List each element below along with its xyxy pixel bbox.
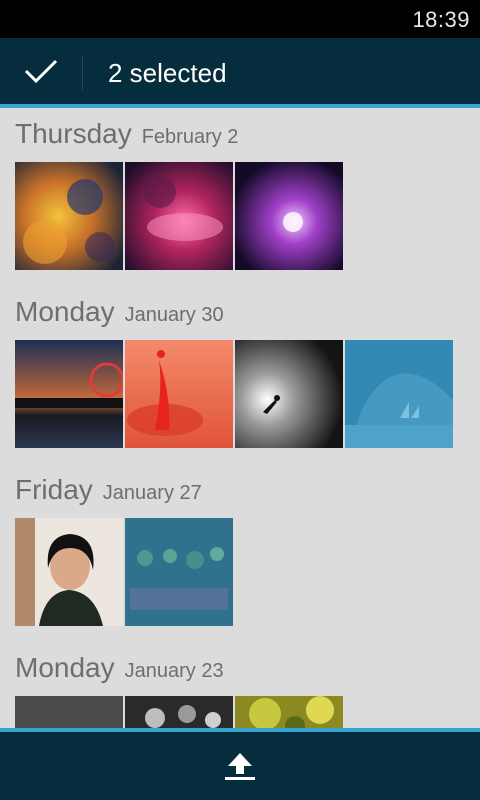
photo-thumbnail[interactable]	[15, 162, 123, 270]
day-header: Monday January 30	[15, 296, 224, 328]
photo-thumbnail[interactable]	[15, 340, 123, 448]
day-date: January 23	[124, 660, 224, 682]
day-name: Monday	[15, 652, 115, 683]
day-date: January 27	[102, 482, 202, 504]
photo-thumbnail[interactable]	[15, 696, 123, 728]
done-button[interactable]	[0, 38, 82, 104]
day-header: Thursday February 2	[15, 118, 238, 150]
photo-thumbnail[interactable]	[125, 340, 233, 448]
photo-thumbnail-selected[interactable]	[125, 518, 233, 626]
photo-thumbnail-selected[interactable]	[345, 340, 453, 448]
contextual-action-bar: 2 selected	[0, 38, 480, 108]
checkmark-icon	[24, 59, 58, 84]
status-time: 18:39	[412, 7, 470, 32]
status-bar: 18:39	[0, 0, 480, 38]
day-date: January 30	[124, 304, 224, 326]
photo-thumbnail[interactable]	[235, 162, 343, 270]
day-header: Monday January 23	[15, 652, 224, 684]
day-name: Monday	[15, 296, 115, 327]
selection-count-title: 2 selected	[108, 58, 227, 88]
day-date: February 2	[141, 126, 239, 148]
photo-thumbnail[interactable]	[125, 696, 233, 728]
day-header: Friday January 27	[15, 474, 202, 506]
photo-thumbnail[interactable]	[235, 340, 343, 448]
action-divider	[82, 56, 83, 90]
day-name: Friday	[15, 474, 93, 505]
photo-thumbnail[interactable]	[125, 162, 233, 270]
photo-thumbnail[interactable]	[235, 696, 343, 728]
upload-icon	[225, 753, 255, 780]
upload-button[interactable]	[200, 732, 280, 800]
photo-thumbnail[interactable]	[15, 518, 123, 626]
photo-grid[interactable]: Thursday February 2 Monday January 30 Fr…	[0, 108, 480, 728]
bottom-action-bar	[0, 728, 480, 800]
day-name: Thursday	[15, 118, 132, 149]
